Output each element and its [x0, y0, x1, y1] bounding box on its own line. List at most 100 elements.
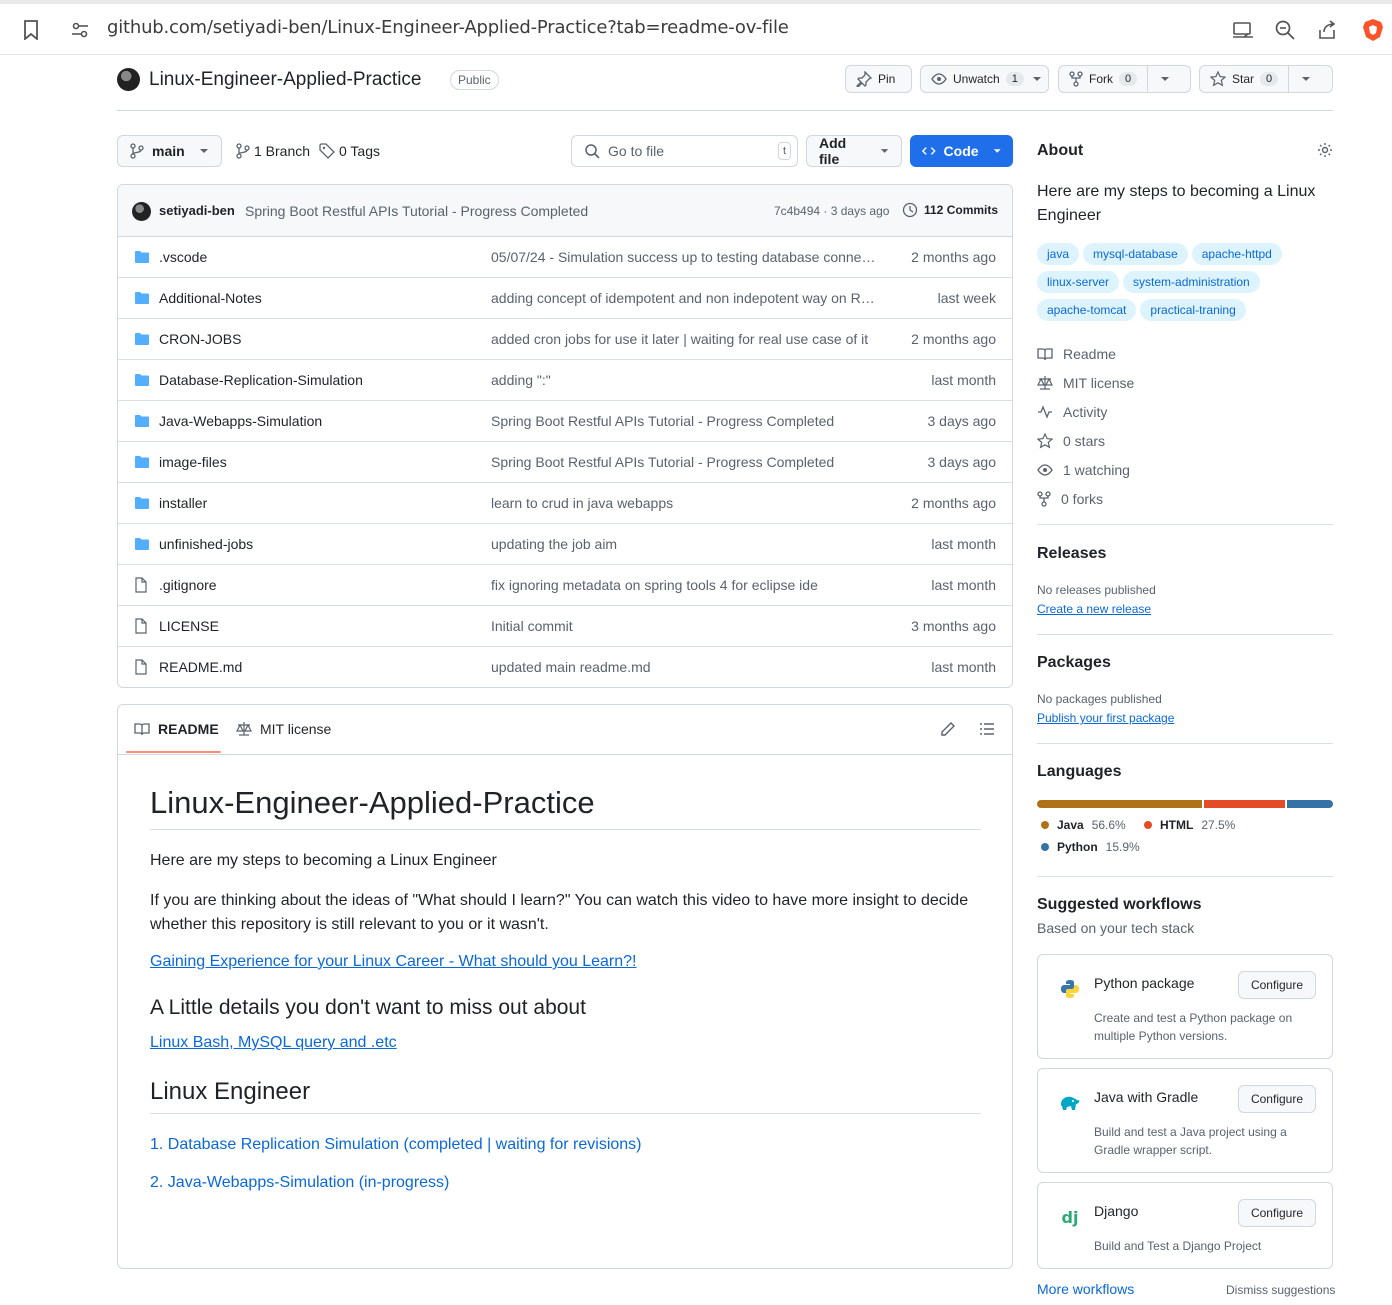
- more-workflows-link[interactable]: More workflows: [1037, 1281, 1134, 1297]
- forks-link[interactable]: 0 forks: [1037, 484, 1333, 513]
- share-icon[interactable]: [1313, 16, 1341, 44]
- file-commit-message[interactable]: added cron jobs for use it later | waiti…: [491, 331, 876, 347]
- readme-paragraph: If you are thinking about the ideas of "…: [150, 892, 969, 933]
- star-button[interactable]: Star 0: [1199, 65, 1333, 93]
- file-commit-message[interactable]: updating the job aim: [491, 536, 876, 552]
- table-row[interactable]: .vscode 05/07/24 - Simulation success up …: [118, 237, 1012, 278]
- shortcut-hint: t: [777, 142, 791, 160]
- chevron-down-icon: [1160, 77, 1169, 81]
- file-name[interactable]: installer: [159, 495, 207, 511]
- pin-button[interactable]: Pin: [845, 65, 912, 93]
- stars-link[interactable]: 0 stars: [1037, 426, 1333, 455]
- star-menu-toggle[interactable]: [1288, 66, 1322, 92]
- video-link[interactable]: Gaining Experience for your Linux Career…: [150, 953, 636, 970]
- language-html[interactable]: HTML 27.5%: [1144, 818, 1235, 832]
- file-name[interactable]: CRON-JOBS: [159, 331, 241, 347]
- topic-tag[interactable]: linux-server: [1037, 271, 1120, 293]
- releases-heading[interactable]: Releases: [1037, 545, 1333, 563]
- license-link[interactable]: MIT license: [1037, 368, 1333, 397]
- commit-hash-age[interactable]: 7c4b494 · 3 days ago: [774, 204, 889, 218]
- file-age: 3 days ago: [927, 454, 997, 470]
- file-commit-message[interactable]: 05/07/24 - Simulation success up to test…: [491, 249, 876, 265]
- bookmark-icon[interactable]: [17, 16, 45, 44]
- topic-tag[interactable]: java: [1037, 243, 1080, 265]
- table-row[interactable]: unfinished-jobs updating the job aim last …: [118, 524, 1012, 565]
- fork-menu-toggle[interactable]: [1147, 66, 1181, 92]
- topic-tag[interactable]: apache-httpd: [1191, 243, 1282, 265]
- file-commit-message[interactable]: fix ignoring metadata on spring tools 4 …: [491, 577, 876, 593]
- table-row[interactable]: README.md updated main readme.md last mont…: [118, 647, 1012, 687]
- chevron-down-icon[interactable]: [1032, 76, 1042, 82]
- cast-icon[interactable]: [1229, 16, 1257, 44]
- unwatch-button[interactable]: Unwatch 1: [920, 65, 1049, 93]
- file-name[interactable]: LICENSE: [159, 618, 219, 634]
- activity-link[interactable]: Activity: [1037, 397, 1333, 426]
- file-name[interactable]: Database-Replication-Simulation: [159, 372, 363, 388]
- tags-link[interactable]: 0 Tags: [319, 143, 380, 159]
- table-row[interactable]: LICENSE Initial commit 3 months ago: [118, 606, 1012, 647]
- branch-select[interactable]: main: [117, 135, 222, 167]
- topic-tag[interactable]: practical-traning: [1140, 299, 1246, 321]
- language-python[interactable]: Python 15.9%: [1041, 840, 1140, 854]
- commits-link[interactable]: 112 Commits: [902, 202, 998, 218]
- table-row[interactable]: Additional-Notes adding concept of idempo…: [118, 278, 1012, 319]
- publish-package-link[interactable]: Publish your first package: [1037, 711, 1174, 725]
- address-bar[interactable]: github.com/setiyadi-ben/Linux-Engineer-A…: [107, 17, 789, 38]
- topic-tag[interactable]: mysql-database: [1083, 243, 1188, 265]
- site-settings-icon[interactable]: [66, 16, 94, 44]
- file-commit-message[interactable]: adding ":": [491, 372, 876, 388]
- topic-tag[interactable]: system-administration: [1123, 271, 1260, 293]
- dismiss-suggestions-link[interactable]: Dismiss suggestions: [1226, 1283, 1335, 1297]
- pencil-icon[interactable]: [940, 721, 956, 737]
- table-row[interactable]: .gitignore fix ignoring metadata on sprin…: [118, 565, 1012, 606]
- file-name[interactable]: Additional-Notes: [159, 290, 262, 306]
- table-row[interactable]: installer learn to crud in java webapps 2 …: [118, 483, 1012, 524]
- configure-button[interactable]: Configure: [1237, 1085, 1316, 1113]
- create-release-link[interactable]: Create a new release: [1037, 602, 1151, 616]
- table-row[interactable]: Java-Webapps-Simulation Spring Boot Restf…: [118, 401, 1012, 442]
- file-name[interactable]: README.md: [159, 659, 242, 675]
- tab-license[interactable]: MIT license: [236, 721, 331, 737]
- list-item[interactable]: 2. Java-Webapps-Simulation (in-progress): [150, 1174, 449, 1191]
- owner-avatar[interactable]: [117, 68, 140, 91]
- file-name[interactable]: .gitignore: [159, 577, 217, 593]
- details-link[interactable]: Linux Bash, MySQL query and .etc: [150, 1034, 397, 1051]
- file-commit-message[interactable]: Spring Boot Restful APIs Tutorial - Prog…: [491, 454, 876, 470]
- file-name[interactable]: Java-Webapps-Simulation: [159, 413, 322, 429]
- outline-list-icon[interactable]: [979, 721, 995, 737]
- configure-button[interactable]: Configure: [1237, 971, 1316, 999]
- code-button[interactable]: Code: [910, 135, 1013, 167]
- file-commit-message[interactable]: adding concept of idempotent and non ind…: [491, 290, 876, 306]
- fork-icon: [1037, 490, 1051, 507]
- zoom-icon[interactable]: [1271, 16, 1299, 44]
- language-java[interactable]: Java 56.6%: [1041, 818, 1126, 832]
- table-row[interactable]: Database-Replication-Simulation adding ":…: [118, 360, 1012, 401]
- file-commit-message[interactable]: updated main readme.md: [491, 659, 876, 675]
- table-row[interactable]: CRON-JOBS added cron jobs for use it late…: [118, 319, 1012, 360]
- language-percent: 56.6%: [1091, 818, 1126, 832]
- gear-icon[interactable]: [1317, 142, 1333, 158]
- watching-link[interactable]: 1 watching: [1037, 455, 1333, 484]
- brave-shield-icon[interactable]: [1359, 16, 1387, 44]
- file-name[interactable]: image-files: [159, 454, 227, 470]
- commit-message[interactable]: Spring Boot Restful APIs Tutorial - Prog…: [245, 203, 588, 219]
- repo-title[interactable]: Linux-Engineer-Applied-Practice: [149, 69, 421, 91]
- topic-tag[interactable]: apache-tomcat: [1037, 299, 1137, 321]
- file-commit-message[interactable]: learn to crud in java webapps: [491, 495, 876, 511]
- file-commit-message[interactable]: Spring Boot Restful APIs Tutorial - Prog…: [491, 413, 876, 429]
- fork-button[interactable]: Fork 0: [1058, 65, 1191, 93]
- go-to-file-input[interactable]: Go to file t: [571, 135, 798, 167]
- table-row[interactable]: image-files Spring Boot Restful APIs Tuto…: [118, 442, 1012, 483]
- file-name[interactable]: unfinished-jobs: [159, 536, 253, 552]
- packages-heading[interactable]: Packages: [1037, 654, 1333, 672]
- commit-author-avatar[interactable]: [132, 202, 151, 221]
- list-item[interactable]: 1. Database Replication Simulation (comp…: [150, 1136, 642, 1153]
- branches-link[interactable]: 1 Branch: [236, 143, 310, 159]
- add-file-button[interactable]: Add file: [806, 135, 902, 167]
- commit-author[interactable]: setiyadi-ben: [159, 203, 235, 218]
- configure-button[interactable]: Configure: [1237, 1199, 1316, 1227]
- tab-readme[interactable]: README: [134, 721, 219, 737]
- readme-link[interactable]: Readme: [1037, 339, 1333, 368]
- file-name[interactable]: .vscode: [159, 249, 207, 265]
- file-commit-message[interactable]: Initial commit: [491, 618, 876, 634]
